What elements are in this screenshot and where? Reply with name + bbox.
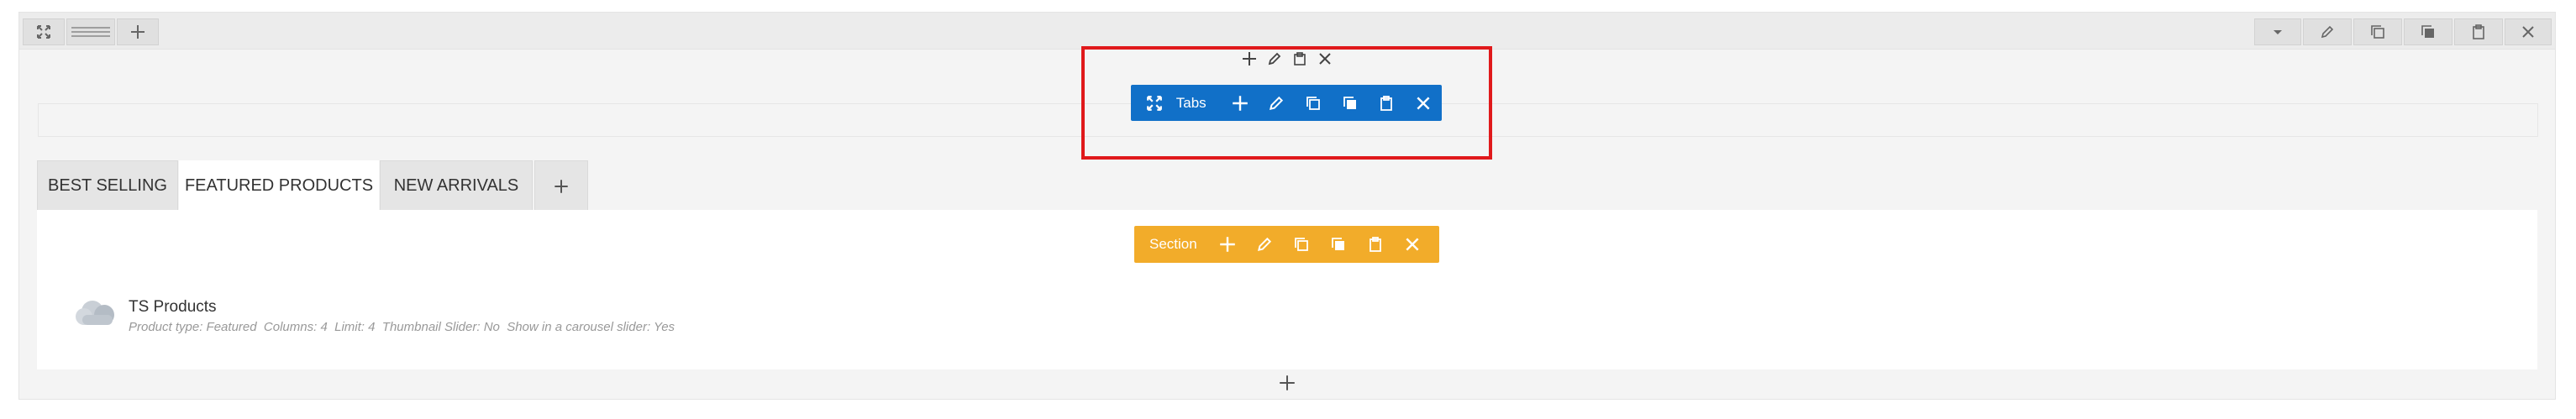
section-toolbar[interactable]: Section xyxy=(1134,226,1439,263)
close-icon[interactable] xyxy=(2505,18,2552,45)
row-toolbar xyxy=(19,13,2555,50)
pencil-icon[interactable] xyxy=(2303,18,2352,45)
plus-icon xyxy=(555,179,568,193)
duplicate-icon[interactable] xyxy=(1320,227,1357,263)
expand-icon[interactable] xyxy=(23,18,65,45)
widget-description: Product type: Featured Columns: 4 Limit:… xyxy=(129,320,676,334)
cloud-icon xyxy=(76,301,114,325)
tab-label: BEST SELLING xyxy=(48,176,167,195)
plus-icon[interactable] xyxy=(1209,227,1246,263)
duplicate-icon[interactable] xyxy=(2404,18,2452,45)
copy-icon[interactable] xyxy=(1295,85,1332,121)
plus-icon xyxy=(1280,375,1295,390)
widget-title[interactable]: TS Products xyxy=(129,298,217,317)
section-label: Section xyxy=(1149,236,1197,252)
plus-icon[interactable] xyxy=(1222,85,1259,121)
pencil-icon[interactable] xyxy=(1258,85,1295,121)
clipboard-icon[interactable] xyxy=(1357,227,1394,263)
close-icon[interactable] xyxy=(1405,85,1442,121)
tab-featured-products[interactable]: FEATURED PRODUCTS xyxy=(179,160,379,211)
tabs-element-label: Tabs xyxy=(1175,94,1207,111)
pencil-icon[interactable] xyxy=(1246,227,1283,263)
close-icon[interactable] xyxy=(1394,227,1431,263)
page-builder-canvas: Tabs BEST SELLING FEATURED PRODUCTS NEW … xyxy=(0,0,2576,419)
tab-label: NEW ARRIVALS xyxy=(393,176,519,195)
clipboard-icon[interactable] xyxy=(2454,18,2503,45)
duplicate-icon[interactable] xyxy=(1332,85,1369,121)
copy-icon[interactable] xyxy=(1283,227,1320,263)
copy-icon[interactable] xyxy=(2353,18,2402,45)
add-element-button[interactable] xyxy=(1275,371,1299,395)
expand-icon[interactable] xyxy=(1139,85,1170,121)
tabs-element-toolbar[interactable]: Tabs xyxy=(1131,85,1442,121)
clipboard-icon[interactable] xyxy=(1369,85,1406,121)
tab-label: FEATURED PRODUCTS xyxy=(184,176,374,195)
tab-new-arrivals[interactable]: NEW ARRIVALS xyxy=(380,160,533,211)
add-row-icon[interactable] xyxy=(117,18,159,45)
chevron-down-icon[interactable] xyxy=(2254,18,2301,45)
drag-handle-icon[interactable] xyxy=(66,18,115,45)
tab-best-selling[interactable]: BEST SELLING xyxy=(37,160,178,211)
add-tab-button[interactable] xyxy=(534,160,588,211)
